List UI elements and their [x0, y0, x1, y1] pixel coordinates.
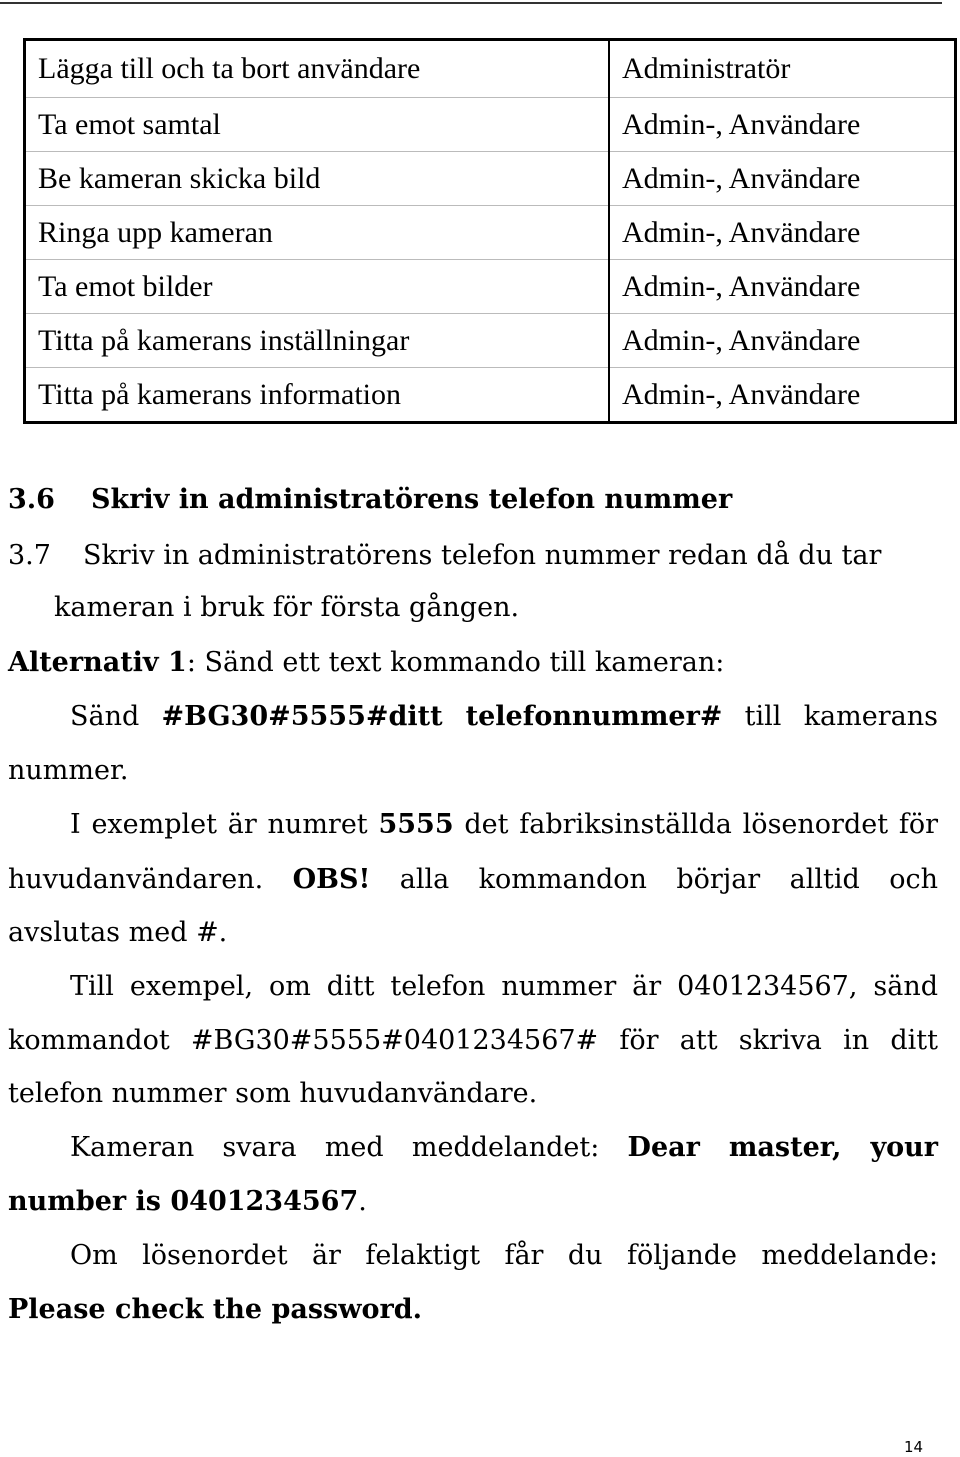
- command-line: Sänd #BG30#5555#ditt telefonnummer# till…: [70, 700, 938, 734]
- text-line: avslutas med #.: [8, 917, 228, 948]
- heading-number: 3.6: [8, 484, 55, 515]
- text-line: kameran i bruk för första gången.: [54, 592, 520, 623]
- heading-title: Skriv in administratörens telefon nummer: [90, 484, 733, 515]
- text-line: huvudanvändaren. OBS! alla kommandon bör…: [8, 863, 938, 897]
- text: Sänd: [70, 701, 162, 732]
- role-cell: Admin-, Användare: [609, 151, 956, 206]
- table-row: Ta emot samtal Admin-, Användare: [24, 97, 956, 152]
- text: I exemplet är numret: [70, 809, 379, 840]
- role-cell: Admin-, Användare: [609, 205, 956, 260]
- table-row: Titta på kamerans information Admin-, Anv…: [24, 367, 956, 423]
- subsection-number: 3.7: [8, 540, 51, 571]
- header-rule: [0, 2, 942, 4]
- alternative-label: Alternativ 1: [8, 647, 187, 678]
- text-line: number is 0401234567.: [8, 1185, 367, 1219]
- text: det fabriksinställda lösenordet för: [453, 809, 938, 840]
- table-row: Titta på kamerans inställningar Admin-, A…: [24, 313, 956, 368]
- text-line: Kameran svara med meddelandet: Dear mast…: [70, 1131, 938, 1165]
- obs-label: OBS!: [292, 864, 371, 895]
- text: : Sänd ett text kommando till kameran:: [186, 647, 725, 678]
- role-cell: Administratör: [622, 52, 791, 85]
- page-number: 14: [904, 1438, 924, 1456]
- error-message: Please check the password.: [8, 1294, 423, 1325]
- text: Kameran svara med meddelandet:: [70, 1132, 628, 1163]
- text-line: nummer.: [8, 755, 129, 786]
- text-line: telefon nummer som huvudanvändare.: [8, 1078, 538, 1109]
- function-cell: Titta på kamerans inställningar: [24, 313, 610, 368]
- function-cell: Be kameran skicka bild: [24, 151, 610, 206]
- role-cell: Admin-, Användare: [609, 97, 956, 152]
- reply-message: number is 0401234567: [8, 1186, 359, 1217]
- text: alla kommandon börjar alltid och: [370, 864, 938, 895]
- function-cell: Ta emot samtal: [24, 97, 610, 152]
- reply-message: Dear master, your: [627, 1132, 938, 1163]
- function-cell: Lägga till och ta bort användare: [24, 39, 610, 98]
- subsection-line: 3.7 Skriv in administratörens telefon num…: [8, 539, 881, 573]
- text-line: Om lösenordet är felaktigt får du följan…: [70, 1240, 938, 1271]
- role-cell: Admin-, Användare: [609, 367, 956, 423]
- text: huvudanvändaren.: [8, 864, 293, 895]
- text: .: [358, 1186, 367, 1217]
- section-heading: 3.6 Skriv in administratörens telefon num…: [8, 483, 732, 517]
- role-cell: Admin-, Användare: [609, 259, 956, 314]
- command-text: #BG30#5555#ditt telefonnummer#: [161, 701, 723, 732]
- table-row: Lägga till och ta bort användare Administ…: [24, 39, 956, 98]
- default-password: 5555: [378, 809, 454, 840]
- function-cell: Ta emot bilder: [24, 259, 610, 314]
- function-cell: Ringa upp kameran: [24, 205, 610, 260]
- document-page: Lägga till och ta bort användare Administ…: [0, 0, 960, 1457]
- text-line: Till exempel, om ditt telefon nummer är …: [70, 971, 938, 1002]
- role-cell: Admin-, Användare: [609, 313, 956, 368]
- text-line: I exemplet är numret 5555 det fabriksins…: [70, 808, 938, 842]
- table-row: Ringa upp kameran Admin-, Användare: [24, 205, 956, 260]
- table-row: Ta emot bilder Admin-, Användare: [24, 259, 956, 314]
- function-cell: Titta på kamerans information: [24, 367, 610, 423]
- text-line: kommandot #BG30#5555#0401234567# för att…: [8, 1025, 938, 1056]
- text: till kamerans: [722, 701, 938, 732]
- permissions-table: Lägga till och ta bort användare Administ…: [23, 38, 957, 424]
- alternative-line: Alternativ 1: Sänd ett text kommando til…: [8, 646, 724, 680]
- table-row: Be kameran skicka bild Admin-, Användare: [24, 151, 956, 206]
- subsection-text: Skriv in administratörens telefon nummer…: [82, 540, 882, 571]
